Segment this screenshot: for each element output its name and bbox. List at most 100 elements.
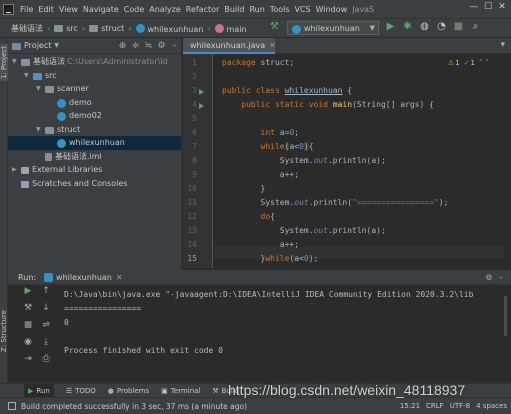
gear-icon[interactable]: ⚙ [483,273,495,282]
chevron-right-icon: › [47,23,51,33]
tab-list-icon[interactable]: ▾ [500,40,505,50]
tree-item-src[interactable]: ▼ src [8,69,181,83]
run-class-gutter-icon[interactable] [199,89,204,95]
chevron-down-icon[interactable]: ▼ [54,42,59,49]
hide-icon[interactable]: – [168,41,181,51]
line-separator[interactable]: CRLF [426,402,444,410]
editor-tab-label: whilexunhuan.java [190,40,266,50]
file-encoding[interactable]: UTF-8 [450,402,470,410]
status-message[interactable]: Build completed successfully in 3 sec, 3… [21,402,247,411]
run-main-gutter-icon[interactable] [199,103,204,109]
tree-item-iml[interactable]: 基础语法.iml [8,150,181,164]
stop-icon[interactable]: ■ [20,320,36,337]
tool-window-toggle-icon[interactable] [8,402,16,410]
menu-build[interactable]: Build [224,5,244,14]
soft-wrap-icon[interactable]: ⇌ [38,320,54,337]
build-hammer-icon[interactable]: ⚒ [270,21,279,32]
maximize-icon[interactable]: ☐ [481,2,495,12]
menu-vcs[interactable]: VCS [295,5,311,14]
project-panel-title[interactable]: Project [24,41,51,50]
menu-refactor[interactable]: Refactor [186,5,220,14]
close-tab-icon[interactable]: ✕ [116,273,123,282]
run-tab-whilexunhuan[interactable]: whilexunhuan ✕ [44,272,123,282]
breadcrumb-project[interactable]: 基础语法 [11,23,43,34]
gear-icon[interactable]: ⚙ [155,41,168,51]
menu-analyze[interactable]: Analyze [149,5,181,14]
list-icon: ☰ [65,386,73,395]
menu-view[interactable]: View [59,5,78,14]
rerun-icon[interactable]: ▶ [20,286,36,303]
console-scrollbar[interactable] [504,286,509,382]
chevron-right-icon: › [81,23,86,33]
tree-item-scanner[interactable]: ▼ scanner [8,82,181,96]
line-number: 11 [187,198,197,207]
collapse-all-icon[interactable]: ≑ [129,41,142,51]
line-number: 2 [192,72,197,81]
code-editor[interactable]: package struct; public class whilexunhua… [214,54,504,268]
scroll-to-end-icon[interactable]: ⤓ [38,337,54,354]
locate-icon[interactable]: ⊕ [116,41,129,51]
tool-tab-label: Run [36,386,50,395]
coverage-icon[interactable]: ◍ [416,21,433,32]
folder-icon [54,24,64,32]
tree-item-project-root[interactable]: ▼ 基础语法 C:\Users\Administrator\Id [8,55,181,69]
breadcrumb-src[interactable]: src [54,24,78,33]
line-number: 6 [192,128,197,137]
status-indicators: 15:21 CRLF UTF-8 4 spaces [394,402,507,410]
expand-all-icon[interactable]: ≒ [142,41,155,51]
code-line: System.out.println("================"); [222,198,449,207]
menu-code[interactable]: Code [124,5,144,14]
menu-file[interactable]: File [20,5,33,14]
indent-setting[interactable]: 4 spaces [476,402,507,410]
code-line: public class whilexunhuan { [222,86,353,95]
tree-item-scratches[interactable]: Scratches and Consoles [8,177,181,191]
arrow-up-icon[interactable]: ↑ [38,286,54,303]
menu-window[interactable]: Window [316,5,348,14]
chevron-down-icon[interactable]: ˅ [486,59,490,67]
inspection-widget[interactable]: ⚠ 1 ✓ 1 ˄ ˅ [448,59,489,67]
tree-item-external-libraries[interactable]: ▶ External Libraries [8,163,181,177]
close-icon[interactable]: ✕ [495,2,509,12]
class-icon [57,139,66,149]
code-line: package struct; [222,58,295,67]
wrench-icon[interactable]: ⚒ [20,303,36,320]
breadcrumb-struct[interactable]: struct [89,24,124,33]
tree-item-label: 基础语法.iml [55,151,102,161]
tree-item-struct[interactable]: ▼ struct [8,123,181,137]
breadcrumb-method[interactable]: main [214,23,247,34]
menu-tools[interactable]: Tools [270,5,290,14]
structure-tool-tab[interactable]: Z: Structure [0,310,8,352]
profile-icon[interactable]: ◔ [433,21,450,32]
tool-tab-todo[interactable]: ☰ TODO [66,387,96,395]
chevron-down-icon: ▼ [369,24,375,32]
editor-tab-whilexunhuan[interactable]: whilexunhuan.java ✕ [183,38,276,54]
debug-icon[interactable]: ✱ [399,21,416,32]
scroll-thumb[interactable] [504,296,507,336]
hide-icon[interactable]: – [495,273,507,282]
project-view-icon [12,43,21,50]
close-tab-icon[interactable]: ✕ [269,41,276,50]
stop-icon[interactable]: ■ [450,21,467,32]
print-icon[interactable]: ⎙ [38,354,54,371]
caret-position[interactable]: 15:21 [400,402,420,410]
arrow-down-icon[interactable]: ↓ [38,303,54,320]
search-icon[interactable]: ⌕ [467,21,484,32]
menu-edit[interactable]: Edit [38,5,54,14]
tree-item-demo02[interactable]: demo02 [8,109,181,123]
chevron-up-icon[interactable]: ˄ [479,59,483,67]
breadcrumb-class[interactable]: whilexunhuan [135,23,203,34]
tree-item-whilexunhuan[interactable]: whilexunhuan [8,136,181,150]
exit-icon[interactable]: ⇥ [20,354,36,371]
tree-item-demo[interactable]: demo [8,96,181,110]
run-configuration-select[interactable]: whilexunhuan ▼ [287,21,379,35]
console-output[interactable]: D:\Java\bin\java.exe "-javaagent:D:\IDEA… [60,286,504,382]
tool-tab-run[interactable]: ▶ Run [24,383,54,398]
camera-icon[interactable]: ◉ [20,337,36,354]
run-icon[interactable]: ▶ [382,21,399,32]
menu-run[interactable]: Run [249,5,264,14]
menu-navigate[interactable]: Navigate [83,5,119,14]
project-tool-tab[interactable]: 1: Project [0,44,8,81]
tool-tab-problems[interactable]: ● Problems [108,387,149,395]
tool-tab-terminal[interactable]: ▣ Terminal [161,387,200,395]
minimize-icon[interactable]: — [467,2,481,12]
